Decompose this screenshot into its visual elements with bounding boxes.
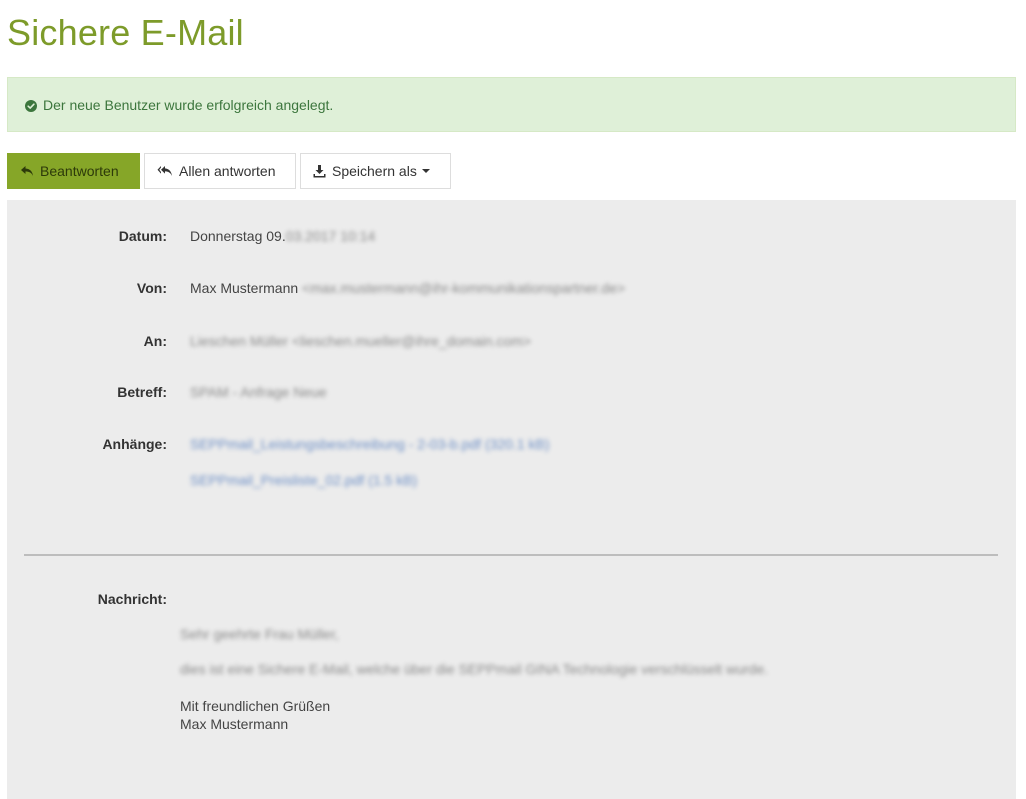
save-as-button-label: Speichern als — [332, 163, 417, 179]
message-line: dies ist eine Sichere E-Mail, welche übe… — [180, 661, 769, 677]
from-address-obscured: <max.mustermann@ihr-kommunikationspartne… — [302, 280, 626, 296]
to-value: Lieschen Müller <lieschen.mueller@ihre_d… — [190, 333, 531, 349]
success-alert: Der neue Benutzer wurde erfolgreich ange… — [7, 77, 1016, 132]
date-value: Donnerstag 09.03.2017 10:14 — [190, 228, 376, 244]
secure-email-page: Sichere E-Mail Der neue Benutzer wurde e… — [0, 0, 1026, 799]
reply-button-label: Beantworten — [40, 163, 119, 179]
message-line: Sehr geehrte Frau Müller, — [180, 626, 339, 642]
reply-all-button[interactable]: Allen antworten — [144, 153, 296, 189]
save-as-dropdown-button[interactable]: Speichern als — [300, 153, 451, 189]
from-label: Von: — [136, 280, 167, 296]
section-divider — [24, 554, 998, 556]
message-signature: Max Mustermann — [180, 716, 289, 732]
subject-label: Betreff: — [117, 384, 167, 400]
message-label: Nachricht: — [97, 591, 167, 607]
check-circle-icon — [25, 99, 37, 112]
message-toolbar: Beantworten Allen antworten Speichern al… — [7, 153, 455, 189]
to-value-obscured: Lieschen Müller <lieschen.mueller@ihre_d… — [190, 333, 532, 349]
email-detail-panel: Datum: Donnerstag 09.03.2017 10:14 Von: … — [7, 200, 1016, 799]
attachment-link[interactable]: SEPPmail_Leistungsbeschreibung - 2-03-b.… — [190, 436, 550, 452]
date-value-obscured: 03.2017 10:14 — [285, 228, 376, 244]
to-label: An: — [143, 333, 167, 349]
subject-value-obscured: SPAM - Anfrage Neue — [190, 384, 327, 400]
attachments-label: Anhänge: — [102, 436, 167, 452]
subject-value: SPAM - Anfrage Neue — [190, 384, 327, 400]
reply-all-button-label: Allen antworten — [179, 163, 276, 179]
attachment-link[interactable]: SEPPmail_Preisliste_02.pdf (1.5 kB) — [190, 472, 417, 488]
alert-message: Der neue Benutzer wurde erfolgreich ange… — [43, 96, 334, 113]
message-closing: Mit freundlichen Grüßen — [180, 698, 331, 714]
caret-down-icon — [421, 169, 430, 173]
page-title: Sichere E-Mail — [7, 12, 244, 53]
reply-all-icon — [157, 166, 172, 176]
reply-button[interactable]: Beantworten — [7, 153, 140, 189]
download-icon — [313, 164, 326, 177]
reply-icon — [21, 166, 33, 176]
date-label: Datum: — [118, 228, 167, 244]
from-value: Max Mustermann <max.mustermann@ihr-kommu… — [190, 280, 626, 296]
